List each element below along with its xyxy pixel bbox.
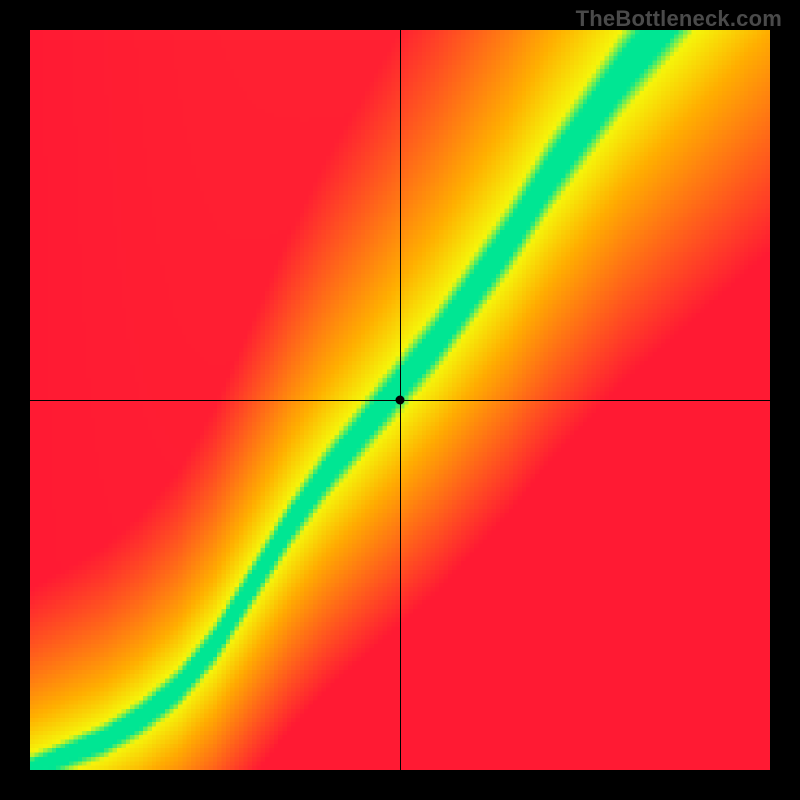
crosshair-marker <box>396 396 405 405</box>
chart-frame: TheBottleneck.com <box>0 0 800 800</box>
watermark-text: TheBottleneck.com <box>576 6 782 32</box>
